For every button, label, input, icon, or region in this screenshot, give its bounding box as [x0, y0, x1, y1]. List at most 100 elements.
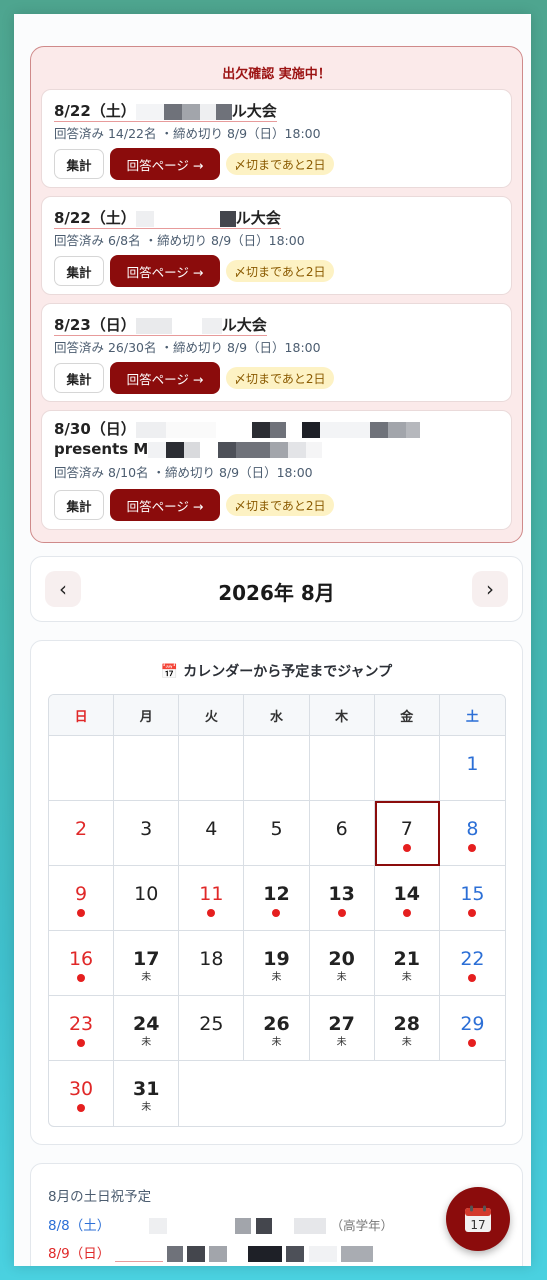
calendar-day-13[interactable]: 13: [309, 866, 375, 931]
event-title[interactable]: 8/22（土） ル大会: [54, 100, 277, 122]
answer-page-button[interactable]: 回答ページ →: [110, 148, 220, 180]
calendar-day-4[interactable]: 4: [179, 801, 245, 866]
deadline-badge: 〆切まであと2日: [226, 367, 334, 389]
calendar-day-28[interactable]: 28 未: [374, 996, 440, 1061]
calendar-day-22[interactable]: 22: [439, 931, 505, 996]
redacted-block: [166, 441, 185, 458]
redacted-block: [171, 1218, 232, 1234]
day-number: 19: [263, 948, 290, 970]
redacted-block: [148, 1218, 167, 1234]
redacted-block: [209, 1246, 228, 1262]
empty-day-cell: [374, 736, 440, 801]
empty-day-cell: [179, 1061, 244, 1126]
calendar-fab-button[interactable]: 17: [446, 1187, 510, 1251]
calendar-day-16[interactable]: 16: [49, 931, 115, 996]
calendar-day-9[interactable]: 9: [49, 866, 115, 931]
svg-text:17: 17: [470, 1218, 485, 1232]
weekend-schedule-item[interactable]: 8/8（土） （高学年）: [48, 1214, 393, 1234]
redacted-block: [301, 421, 320, 438]
calendar-day-31[interactable]: 31 未: [114, 1061, 180, 1126]
weekday-label: 木: [309, 695, 375, 736]
unanswered-mark: 未: [336, 1037, 347, 1048]
calendar-panel: 📅 カレンダーから予定までジャンプ 日月火水木金土 1 2 3 4 5 6 7 8 9 10 11 1…: [30, 640, 523, 1145]
weekend-schedule-item[interactable]: 8/9（日）: [48, 1242, 373, 1262]
event-dot: [77, 1104, 86, 1112]
event-meta: 回答済み 14/22名 ・締め切り 8/9（日）18:00: [54, 126, 321, 141]
schedule-page: 出欠確認 実施中！ 8/22（土） ル大会 回答済み 14/22名 ・締め切り 8…: [14, 14, 531, 1266]
calendar-day-2[interactable]: 2: [49, 801, 115, 866]
redacted-block: [369, 421, 388, 438]
calendar-day-1[interactable]: 1: [439, 736, 505, 801]
day-number: 22: [460, 948, 485, 970]
event-meta: 回答済み 26/30名 ・締め切り 8/9（日）18:00: [54, 340, 321, 355]
day-number: 17: [132, 948, 160, 970]
redacted-block: [340, 1246, 373, 1262]
calendar-day-18[interactable]: 18: [179, 931, 245, 996]
calendar-day-15[interactable]: 15: [439, 866, 505, 931]
calendar-day-14[interactable]: 14: [374, 866, 440, 931]
redacted-block: [163, 103, 182, 120]
redacted-block: [387, 421, 406, 438]
calendar-day-26[interactable]: 26 未: [244, 996, 310, 1061]
calendar-day-24[interactable]: 24 未: [114, 996, 180, 1061]
event-title[interactable]: 8/22（土） ル大会: [54, 207, 281, 229]
day-number: 20: [328, 948, 355, 970]
redacted-block: [184, 441, 201, 458]
unanswered-mark: 未: [141, 1102, 152, 1113]
calendar-icon: 17: [465, 1205, 491, 1232]
summary-button[interactable]: 集計: [54, 149, 104, 179]
calendar-day-23[interactable]: 23: [49, 996, 115, 1061]
summary-button[interactable]: 集計: [54, 363, 104, 393]
unanswered-mark: 未: [401, 972, 412, 983]
day-number: 8: [466, 818, 479, 840]
redacted-block: [200, 441, 219, 458]
event-card: 8/22（土） ル大会 回答済み 6/8名 ・締め切り 8/9（日）18:00 集…: [41, 196, 512, 295]
redacted-block: [135, 317, 172, 334]
weekday-label: 火: [179, 695, 245, 736]
event-dot: [468, 844, 477, 852]
day-number: 9: [75, 883, 88, 905]
calendar-day-27[interactable]: 27 未: [309, 996, 375, 1061]
answer-page-button[interactable]: 回答ページ →: [110, 489, 220, 521]
empty-day-cell: [310, 1061, 375, 1126]
answer-page-button[interactable]: 回答ページ →: [110, 362, 220, 394]
redacted-block: [235, 1218, 252, 1234]
calendar-day-25[interactable]: 25: [179, 996, 245, 1061]
calendar-day-20[interactable]: 20 未: [309, 931, 375, 996]
calendar-day-6[interactable]: 6: [309, 801, 375, 866]
calendar-day-17[interactable]: 17 未: [114, 931, 180, 996]
calendar-day-19[interactable]: 19 未: [244, 931, 310, 996]
redacted-block: [201, 317, 222, 334]
summary-button[interactable]: 集計: [54, 490, 104, 520]
event-title[interactable]: 8/30（日） presents M: [54, 419, 420, 459]
event-title-date: 8/22（土）: [54, 102, 136, 120]
redacted-block: [294, 1218, 327, 1234]
redacted-block: [270, 441, 289, 458]
answer-page-button[interactable]: 回答ページ →: [110, 255, 220, 287]
calendar-day-29[interactable]: 29: [439, 996, 505, 1061]
calendar-day-21[interactable]: 21 未: [374, 931, 440, 996]
calendar-day-7[interactable]: 7: [374, 801, 440, 866]
redacted-block: [187, 1246, 206, 1262]
redacted-block: [114, 1246, 163, 1262]
calendar-day-3[interactable]: 3: [114, 801, 180, 866]
weekday-label: 日: [49, 695, 115, 736]
calendar-day-11[interactable]: 11: [179, 866, 245, 931]
weekday-label: 土: [439, 695, 505, 736]
redacted-block: [231, 1246, 244, 1262]
empty-day-cell: [244, 1061, 309, 1126]
redacted-block: [135, 210, 154, 227]
calendar-day-5[interactable]: 5: [244, 801, 310, 866]
weekend-date: 8/9（日）: [48, 1246, 111, 1262]
summary-button[interactable]: 集計: [54, 256, 104, 286]
day-number: 30: [68, 1078, 94, 1100]
next-month-button[interactable]: ›: [472, 571, 508, 607]
calendar-day-12[interactable]: 12: [244, 866, 310, 931]
calendar-day-10[interactable]: 10: [114, 866, 180, 931]
day-number: 18: [199, 948, 224, 970]
calendar-day-8[interactable]: 8: [439, 801, 505, 866]
event-dot: [402, 909, 411, 917]
calendar-day-30[interactable]: 30: [49, 1061, 115, 1126]
event-title[interactable]: 8/23（日） ル大会: [54, 314, 267, 336]
redacted-block: [135, 421, 166, 438]
